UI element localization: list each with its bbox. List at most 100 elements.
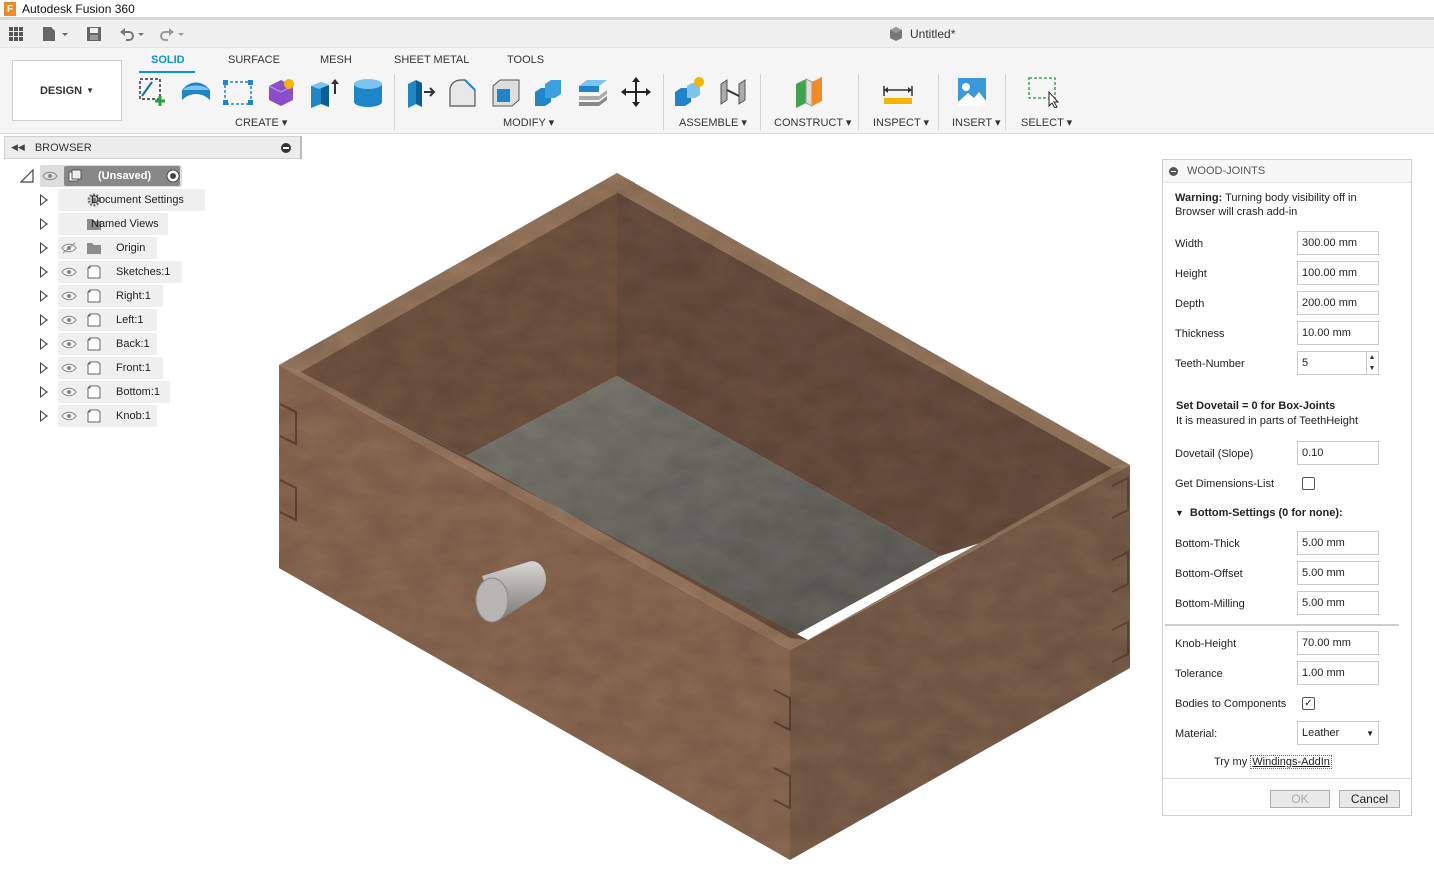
expand-triangle-icon[interactable] bbox=[40, 338, 48, 350]
inspect-group-label[interactable]: INSPECT ▾ bbox=[873, 116, 929, 129]
thickness-input[interactable] bbox=[1297, 321, 1379, 345]
expand-triangle-icon[interactable] bbox=[40, 386, 48, 398]
fillet-icon[interactable] bbox=[447, 76, 479, 108]
teeth-spinner[interactable]: ▲ ▼ bbox=[1366, 351, 1379, 375]
press-pull-icon[interactable] bbox=[404, 76, 436, 108]
select-group-label[interactable]: SELECT ▾ bbox=[1021, 116, 1072, 129]
activate-radio-icon[interactable] bbox=[166, 169, 180, 183]
browser-item-sketches-1[interactable]: Sketches:1 bbox=[36, 261, 196, 283]
browser-item-origin[interactable]: Origin bbox=[36, 237, 196, 259]
width-input[interactable] bbox=[1297, 231, 1379, 255]
visibility-eye-icon[interactable] bbox=[61, 410, 77, 422]
cylinder-icon[interactable] bbox=[352, 76, 384, 108]
collapse-browser-icon[interactable]: ◀◀ bbox=[11, 142, 25, 153]
workspace-switcher[interactable]: DESIGN ▼ bbox=[12, 60, 122, 121]
create-group-label[interactable]: CREATE ▾ bbox=[235, 116, 287, 129]
visibility-eye-icon[interactable] bbox=[61, 266, 77, 278]
tab-mesh[interactable]: MESH bbox=[320, 54, 352, 66]
tab-solid[interactable]: SOLID bbox=[151, 54, 185, 66]
measure-icon[interactable] bbox=[882, 76, 914, 108]
depth-input[interactable] bbox=[1297, 291, 1379, 315]
document-tab[interactable]: Untitled* bbox=[888, 26, 955, 42]
browser-item-named-views[interactable]: Named Views bbox=[36, 213, 196, 235]
modify-group-label[interactable]: MODIFY ▾ bbox=[503, 116, 554, 129]
expand-triangle-icon[interactable] bbox=[40, 314, 48, 326]
browser-item-knob-1[interactable]: Knob:1 bbox=[36, 405, 196, 427]
expand-triangle-icon[interactable] bbox=[40, 410, 48, 422]
browser-item-back-1[interactable]: Back:1 bbox=[36, 333, 196, 355]
knob-height-input[interactable] bbox=[1297, 631, 1379, 655]
expand-triangle-icon[interactable] bbox=[40, 362, 48, 374]
browser-resize-handle[interactable] bbox=[300, 136, 302, 159]
group-divider bbox=[1165, 624, 1399, 626]
insert-group-label[interactable]: INSERT ▾ bbox=[952, 116, 1001, 129]
expand-triangle-icon[interactable] bbox=[40, 290, 48, 302]
height-input[interactable] bbox=[1297, 261, 1379, 285]
minimize-browser-icon[interactable] bbox=[281, 143, 291, 153]
dovetail-note: It is measured in parts of TeethHeight bbox=[1176, 415, 1359, 427]
save-icon[interactable] bbox=[86, 24, 102, 44]
create-form-sphere-icon[interactable] bbox=[265, 76, 297, 108]
browser-item-document-settings[interactable]: Document Settings bbox=[36, 189, 206, 211]
extrude-icon[interactable] bbox=[308, 76, 340, 108]
addin-promo-text: Try my bbox=[1214, 756, 1248, 768]
expand-triangle-icon[interactable] bbox=[40, 266, 48, 278]
visibility-eye-icon[interactable] bbox=[61, 338, 77, 350]
browser-item-front-1[interactable]: Front:1 bbox=[36, 357, 196, 379]
material-select[interactable]: Leather ▼ bbox=[1297, 721, 1379, 745]
visibility-off-eye-icon[interactable] bbox=[61, 242, 77, 254]
active-tab-indicator bbox=[139, 71, 195, 73]
drawer-model[interactable] bbox=[279, 173, 1130, 860]
new-component-icon[interactable] bbox=[673, 76, 705, 108]
browser-item-label: Bottom:1 bbox=[116, 386, 161, 398]
browser-item-bottom-1[interactable]: Bottom:1 bbox=[36, 381, 196, 403]
bottom-thick-input[interactable] bbox=[1297, 531, 1379, 555]
undo-icon[interactable] bbox=[118, 24, 148, 44]
tolerance-input[interactable] bbox=[1297, 661, 1379, 685]
dovetail-input[interactable] bbox=[1297, 441, 1379, 465]
shell-icon[interactable] bbox=[490, 76, 522, 108]
move-icon[interactable] bbox=[620, 76, 652, 108]
visibility-eye-icon[interactable] bbox=[61, 290, 77, 302]
browser-item-label: Named Views bbox=[91, 218, 159, 230]
expand-triangle-icon[interactable] bbox=[40, 242, 48, 254]
expand-triangle-icon[interactable] bbox=[40, 194, 48, 206]
expand-triangle-icon[interactable] bbox=[40, 218, 48, 230]
tab-sheet-metal[interactable]: SHEET METAL bbox=[394, 54, 469, 66]
visibility-eye-icon[interactable] bbox=[61, 314, 77, 326]
visibility-eye-icon[interactable] bbox=[61, 386, 77, 398]
dimensions-list-checkbox[interactable] bbox=[1302, 477, 1315, 490]
ok-button[interactable]: OK bbox=[1270, 790, 1330, 808]
collapse-dialog-icon[interactable] bbox=[1169, 166, 1178, 176]
browser-item-right-1[interactable]: Right:1 bbox=[36, 285, 196, 307]
bottom-offset-input[interactable] bbox=[1297, 561, 1379, 585]
visibility-eye-icon[interactable] bbox=[61, 362, 77, 374]
create-form-icon[interactable] bbox=[180, 76, 212, 108]
assemble-group-label[interactable]: ASSEMBLE ▾ bbox=[679, 116, 747, 129]
visibility-eye-icon[interactable] bbox=[42, 170, 58, 182]
redo-icon[interactable] bbox=[158, 24, 188, 44]
app-grid-icon[interactable] bbox=[8, 24, 24, 44]
insert-image-icon[interactable] bbox=[956, 76, 988, 108]
windings-addin-link[interactable]: Windings-AddIn bbox=[1250, 755, 1332, 769]
file-menu-icon[interactable] bbox=[42, 24, 70, 44]
create-sketch-icon[interactable] bbox=[137, 76, 169, 108]
offset-plane-icon[interactable] bbox=[793, 76, 825, 108]
expanded-triangle-icon[interactable] bbox=[20, 169, 34, 183]
joint-icon[interactable] bbox=[717, 76, 749, 108]
derive-icon[interactable] bbox=[222, 76, 254, 108]
bottom-settings-group[interactable]: ▼ Bottom-Settings (0 for none): bbox=[1175, 507, 1343, 519]
teeth-number-input[interactable] bbox=[1297, 351, 1367, 375]
offset-face-icon[interactable] bbox=[577, 76, 609, 108]
construct-group-label[interactable]: CONSTRUCT ▾ bbox=[774, 116, 851, 129]
browser-item-left-1[interactable]: Left:1 bbox=[36, 309, 196, 331]
teeth-number-label: Teeth-Number bbox=[1175, 358, 1245, 370]
tree-root[interactable]: (Unsaved) bbox=[18, 165, 188, 187]
bodies-to-components-checkbox[interactable]: ✓ bbox=[1302, 697, 1315, 710]
select-window-icon[interactable] bbox=[1027, 76, 1059, 108]
combine-icon[interactable] bbox=[533, 76, 565, 108]
tab-tools[interactable]: TOOLS bbox=[507, 54, 544, 66]
tab-surface[interactable]: SURFACE bbox=[228, 54, 280, 66]
cancel-button[interactable]: Cancel bbox=[1339, 790, 1400, 808]
bottom-milling-input[interactable] bbox=[1297, 591, 1379, 615]
